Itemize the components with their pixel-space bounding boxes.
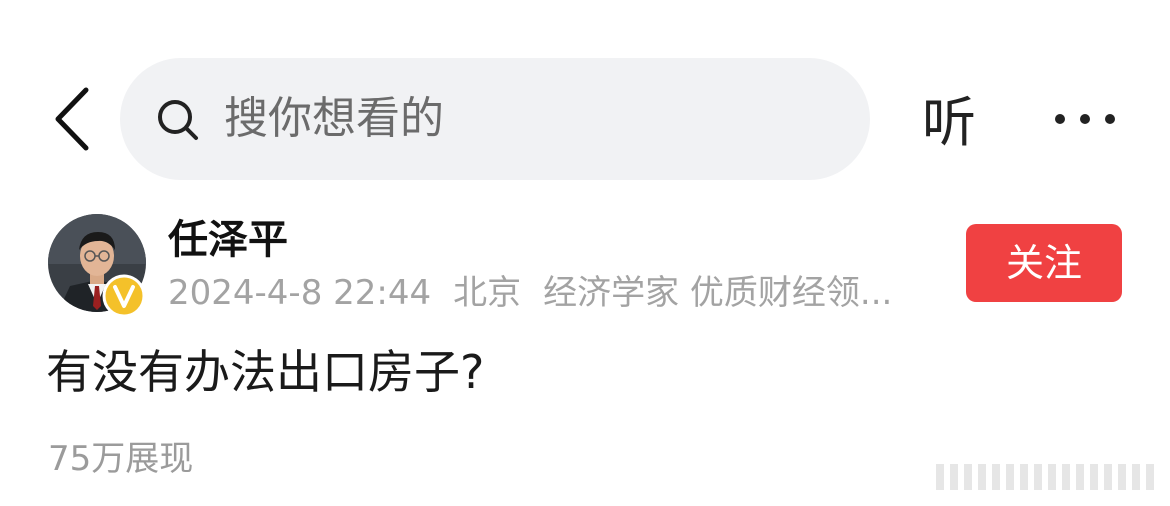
verified-v-badge-icon (102, 274, 146, 318)
post-meta: 2024-4-8 22:44 北京 经济学家 优质财经领... (168, 270, 938, 316)
author-name[interactable]: 任泽平 (168, 214, 288, 266)
impressions-count: 75万展现 (48, 439, 194, 479)
search-input[interactable]: 搜你想看的 (120, 58, 870, 180)
author-tags: 经济学家 优质财经领... (543, 273, 893, 313)
more-options-icon[interactable] (1052, 104, 1118, 134)
post-datetime: 2024-4-8 22:44 (168, 273, 432, 313)
listen-button[interactable]: 听 (922, 90, 976, 156)
follow-button[interactable]: 关注 (966, 224, 1122, 302)
search-icon (158, 100, 198, 140)
post-text: 有没有办法出口房子? (46, 345, 485, 399)
search-placeholder: 搜你想看的 (224, 93, 444, 144)
watermark-bars-icon (936, 464, 1154, 490)
post-location: 北京 (453, 273, 522, 313)
back-arrow-icon[interactable] (48, 84, 98, 154)
